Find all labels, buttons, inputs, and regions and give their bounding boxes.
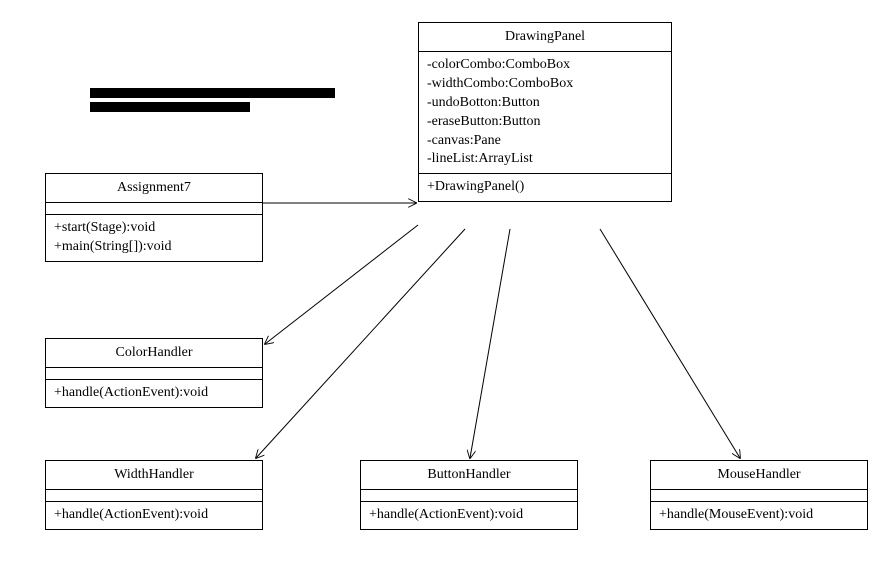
class-operations: +handle(ActionEvent):void [361, 502, 577, 529]
class-operation: +handle(MouseEvent):void [659, 506, 859, 525]
class-name: ColorHandler [46, 339, 262, 368]
class-name: DrawingPanel [419, 23, 671, 52]
class-operation: +handle(ActionEvent):void [54, 506, 254, 525]
class-attributes [46, 203, 262, 215]
class-drawing-panel: DrawingPanel -colorCombo:ComboBox -width… [418, 22, 672, 202]
class-attributes [651, 490, 867, 502]
class-attribute: -widthCombo:ComboBox [427, 75, 663, 94]
class-width-handler: WidthHandler +handle(ActionEvent):void [45, 460, 263, 530]
class-attributes: -colorCombo:ComboBox -widthCombo:ComboBo… [419, 52, 671, 174]
class-name: MouseHandler [651, 461, 867, 490]
class-attributes [361, 490, 577, 502]
redacted-line-2 [90, 102, 250, 112]
class-color-handler: ColorHandler +handle(ActionEvent):void [45, 338, 263, 408]
class-name: ButtonHandler [361, 461, 577, 490]
class-operation: +start(Stage):void [54, 219, 254, 238]
class-attribute: -canvas:Pane [427, 132, 663, 151]
class-attribute: -colorCombo:ComboBox [427, 56, 663, 75]
class-operations: +handle(ActionEvent):void [46, 502, 262, 529]
class-attribute: -lineList:ArrayList [427, 150, 663, 169]
class-attributes [46, 490, 262, 502]
class-button-handler: ButtonHandler +handle(ActionEvent):void [360, 460, 578, 530]
class-operations: +start(Stage):void +main(String[]):void [46, 215, 262, 261]
assoc-drawingpanel-colorhandler [265, 225, 418, 344]
class-operation: +main(String[]):void [54, 238, 254, 257]
class-assignment7: Assignment7 +start(Stage):void +main(Str… [45, 173, 263, 262]
class-attribute: -undoBotton:Button [427, 94, 663, 113]
class-attributes [46, 368, 262, 380]
class-operation: +handle(ActionEvent):void [54, 384, 254, 403]
assoc-drawingpanel-buttonhandler [470, 229, 510, 458]
class-operations: +handle(ActionEvent):void [46, 380, 262, 407]
assoc-drawingpanel-widthhandler [256, 229, 465, 458]
redacted-line-1 [90, 88, 335, 98]
class-operations: +handle(MouseEvent):void [651, 502, 867, 529]
class-operations: +DrawingPanel() [419, 174, 671, 201]
class-name: WidthHandler [46, 461, 262, 490]
class-mouse-handler: MouseHandler +handle(MouseEvent):void [650, 460, 868, 530]
class-attribute: -eraseButton:Button [427, 113, 663, 132]
assoc-drawingpanel-mousehandler [600, 229, 740, 458]
class-operation: +DrawingPanel() [427, 178, 663, 197]
class-name: Assignment7 [46, 174, 262, 203]
class-operation: +handle(ActionEvent):void [369, 506, 569, 525]
